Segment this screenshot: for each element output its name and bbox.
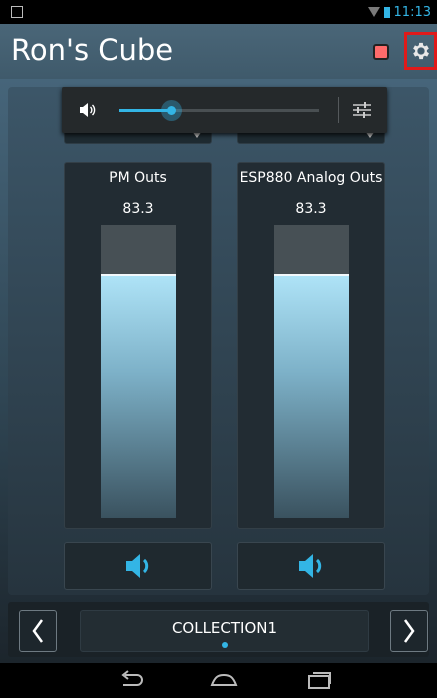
next-collection-button[interactable]	[390, 610, 428, 652]
page-indicator	[222, 642, 228, 648]
volume-popup	[62, 87, 387, 133]
collection-nav: COLLECTION1	[8, 602, 429, 657]
status-bar: 11:13	[0, 0, 437, 24]
settings-button[interactable]	[404, 32, 437, 70]
collection-selector[interactable]: COLLECTION1	[80, 610, 369, 652]
level-fader[interactable]	[274, 225, 349, 518]
gear-icon	[412, 42, 429, 60]
chevron-left-icon	[32, 619, 44, 643]
back-icon[interactable]	[117, 669, 145, 691]
clock: 11:13	[393, 4, 431, 20]
equalizer-icon[interactable]	[352, 101, 372, 119]
prev-collection-button[interactable]	[19, 610, 57, 652]
page-title: Ron's Cube	[11, 33, 174, 67]
image-icon	[11, 6, 23, 18]
level-fill	[101, 273, 176, 518]
chevron-right-icon	[403, 619, 415, 643]
app-bar: Ron's Cube	[0, 24, 437, 79]
channel-strip: ESP880 Analog Outs 83.3	[237, 162, 385, 529]
collection-label: COLLECTION1	[171, 619, 278, 637]
speaker-icon	[80, 103, 96, 117]
home-icon[interactable]	[210, 669, 238, 691]
divider	[338, 97, 339, 123]
channel-name: PM Outs	[109, 170, 167, 186]
channel-strip: PM Outs 83.3	[64, 162, 212, 529]
battery-icon	[383, 6, 390, 18]
mute-button[interactable]	[237, 542, 385, 590]
level-fill	[274, 273, 349, 518]
recents-icon[interactable]	[306, 669, 334, 691]
status-icons: 11:13	[367, 4, 431, 20]
wifi-icon	[367, 7, 380, 17]
channel-level-value: 83.3	[122, 201, 154, 217]
mute-button[interactable]	[64, 542, 212, 590]
system-nav-bar	[0, 663, 437, 698]
stop-button[interactable]	[373, 44, 389, 60]
speaker-icon	[299, 554, 322, 578]
volume-thumb[interactable]	[161, 100, 182, 121]
speaker-icon	[126, 554, 149, 578]
channel-level-value: 83.3	[295, 201, 327, 217]
level-fader[interactable]	[101, 225, 176, 518]
channel-name: ESP880 Analog Outs	[239, 170, 383, 186]
